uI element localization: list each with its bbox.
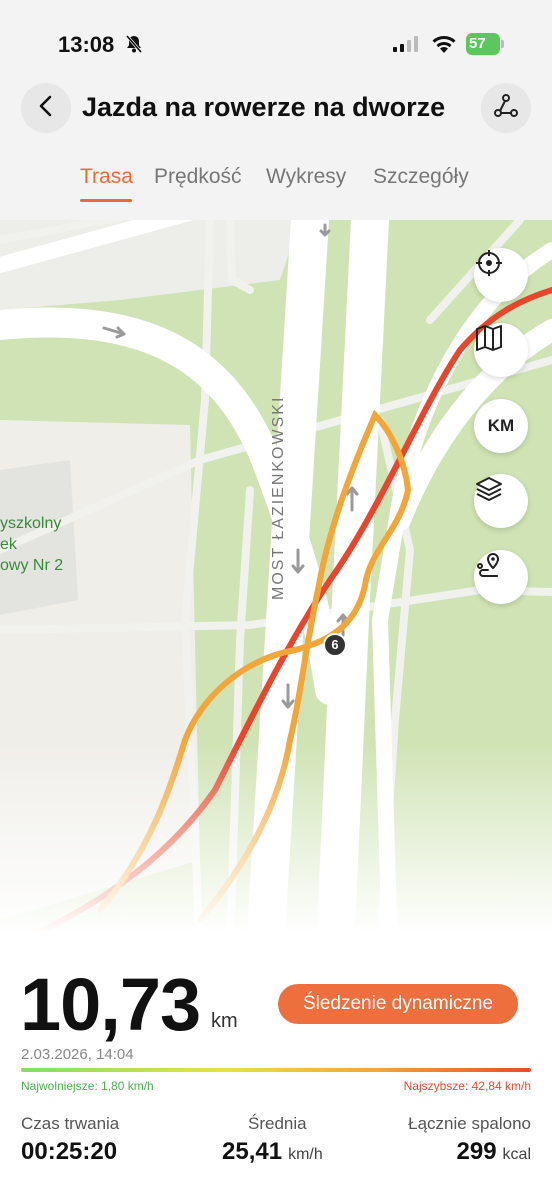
- active-tab-indicator: [80, 199, 132, 202]
- chevron-left-icon: [37, 95, 55, 122]
- signal-icon: [393, 36, 419, 57]
- workout-date: 2.03.2026, 14:04: [21, 1046, 134, 1063]
- route-map[interactable]: MOST ŁAZIENKOWSKI yszkolny ek owy Nr 2 6…: [0, 220, 552, 950]
- units-button[interactable]: KM: [474, 399, 528, 453]
- tab-bar: Trasa Prędkość Wykresy Szczegóły: [0, 165, 552, 205]
- tab-szczegoly[interactable]: Szczegóły: [373, 165, 469, 189]
- average-unit: km/h: [288, 1146, 323, 1163]
- stats-panel: 10,73 km Śledzenie dynamiczne 2.03.2026,…: [0, 950, 552, 1200]
- calories: 299 kcal: [457, 1138, 532, 1166]
- units-icon: KM: [487, 416, 515, 435]
- route-pin-button[interactable]: [474, 550, 528, 604]
- tab-predkosc[interactable]: Prędkość: [154, 165, 242, 189]
- tab-wykresy[interactable]: Wykresy: [266, 165, 346, 189]
- map-label-place: yszkolny ek owy Nr 2: [0, 515, 64, 574]
- average-label: Średnia: [248, 1114, 307, 1133]
- map-label-bridge: MOST ŁAZIENKOWSKI: [270, 395, 287, 600]
- bell-muted-icon: [124, 34, 144, 59]
- distance-value: 10,73: [20, 963, 201, 1046]
- duration-label: Czas trwania: [21, 1114, 120, 1133]
- battery-charging-icon: 57: [466, 33, 504, 55]
- average-value: 25,41: [222, 1138, 283, 1165]
- route-nodes-icon: [491, 91, 521, 126]
- lap-marker[interactable]: 6: [323, 633, 347, 657]
- tab-trasa[interactable]: Trasa: [80, 165, 133, 189]
- speed-gradient-bar: [21, 1068, 531, 1072]
- slowest-speed: Najwolniejsze: 1,80 km/h: [21, 1079, 154, 1093]
- distance-unit: km: [211, 1010, 238, 1032]
- header: Jazda na rowerze na dworze: [0, 80, 552, 140]
- page-title: Jazda na rowerze na dworze: [82, 92, 446, 122]
- calories-label: Łącznie spalono: [408, 1114, 531, 1133]
- status-bar: 13:08 57: [0, 0, 552, 80]
- map-fade: [0, 740, 552, 950]
- duration-value: 00:25:20: [21, 1138, 118, 1165]
- wifi-icon: [431, 34, 457, 59]
- battery-level: 57: [466, 33, 500, 55]
- calories-value: 299: [456, 1138, 497, 1165]
- average-speed: 25,41 km/h: [222, 1138, 323, 1166]
- status-time: 13:08: [58, 32, 115, 57]
- route-options-button[interactable]: [481, 83, 531, 133]
- workout-screen: 13:08 57 Jazda na rowerze na dworze Tras…: [0, 0, 552, 1200]
- calories-unit: kcal: [502, 1146, 531, 1163]
- layers-button[interactable]: [474, 474, 528, 528]
- dynamic-tracking-button[interactable]: Śledzenie dynamiczne: [278, 984, 518, 1024]
- back-button[interactable]: [21, 83, 71, 133]
- map-type-button[interactable]: [474, 323, 528, 377]
- locate-button[interactable]: [474, 248, 528, 302]
- fastest-speed: Najszybsze: 42,84 km/h: [403, 1079, 531, 1093]
